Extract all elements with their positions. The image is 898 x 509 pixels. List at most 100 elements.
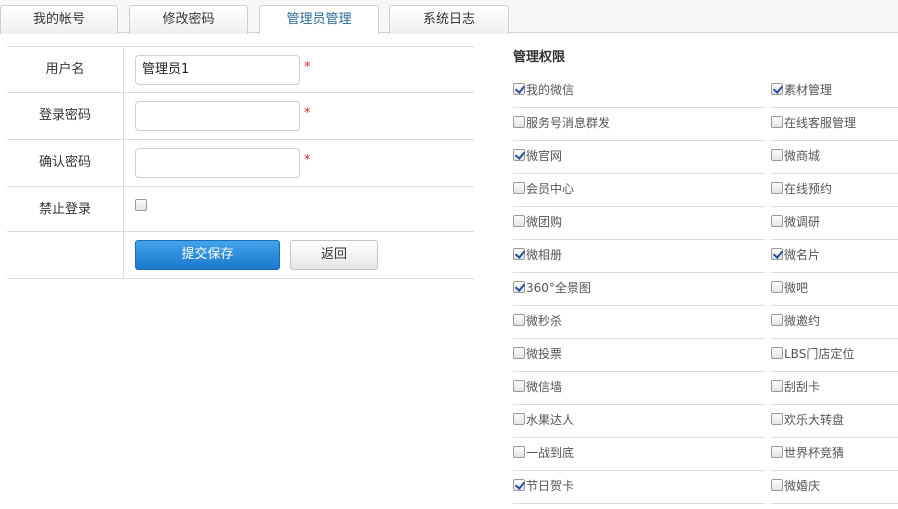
submit-save-button[interactable]: 提交保存	[135, 240, 280, 270]
username-row: 用户名 管理员1 *	[7, 46, 474, 93]
permission-item[interactable]: 世界杯竞猜	[771, 438, 898, 471]
permission-label: LBS门店定位	[784, 347, 855, 361]
permission-checkbox[interactable]	[513, 182, 525, 194]
permission-checkbox[interactable]	[771, 182, 783, 194]
permission-item[interactable]: 微相册	[513, 240, 765, 273]
permission-checkbox[interactable]	[771, 83, 783, 95]
permission-checkbox[interactable]	[513, 413, 525, 425]
required-mark: *	[304, 106, 311, 121]
permission-item[interactable]: 欢乐大转盘	[771, 405, 898, 438]
permission-label: 水果达人	[526, 413, 575, 427]
permission-label: 微调研	[784, 215, 821, 229]
required-mark: *	[304, 153, 311, 168]
tab-change-password[interactable]: 修改密码	[129, 5, 248, 34]
permission-label: 微投票	[526, 347, 563, 361]
action-label-cell	[7, 232, 124, 278]
permission-label: 微名片	[784, 248, 821, 262]
permission-item[interactable]: LBS门店定位	[771, 339, 898, 372]
permission-label: 微相册	[526, 248, 563, 262]
permission-item[interactable]: 微商城	[771, 141, 898, 174]
permission-label: 微官网	[526, 149, 563, 163]
admin-form: 用户名 管理员1 * 登录密码 * 确认密码 * 禁止登录 提交保存 返回	[7, 46, 474, 279]
username-input[interactable]: 管理员1	[135, 55, 300, 85]
permission-item[interactable]: 微邀约	[771, 306, 898, 339]
password-row: 登录密码 *	[7, 93, 474, 140]
permission-checkbox[interactable]	[771, 380, 783, 392]
permission-item[interactable]: 微投票	[513, 339, 765, 372]
permission-item[interactable]: 微调研	[771, 207, 898, 240]
confirm-password-label: 确认密码	[7, 140, 124, 186]
permission-checkbox[interactable]	[771, 281, 783, 293]
permission-label: 节日贺卡	[526, 479, 575, 493]
password-label: 登录密码	[7, 93, 124, 139]
permission-item[interactable]: 会员中心	[513, 174, 765, 207]
permission-label: 欢乐大转盘	[784, 413, 845, 427]
permission-item[interactable]: 水果达人	[513, 405, 765, 438]
permission-item[interactable]: 微团购	[513, 207, 765, 240]
action-row: 提交保存 返回	[7, 232, 474, 279]
permission-checkbox[interactable]	[771, 347, 783, 359]
permission-checkbox[interactable]	[513, 479, 525, 491]
tab-admin-management[interactable]: 管理员管理	[259, 5, 379, 34]
tab-bar: 我的帐号 修改密码 管理员管理 系统日志	[0, 0, 898, 34]
permission-item[interactable]: 一战到底	[513, 438, 765, 471]
permission-checkbox[interactable]	[513, 215, 525, 227]
username-label: 用户名	[7, 47, 124, 92]
permission-item[interactable]: 360°全景图	[513, 273, 765, 306]
confirm-password-input[interactable]	[135, 148, 300, 178]
permission-label: 微吧	[784, 281, 809, 295]
permission-label: 360°全景图	[526, 281, 591, 295]
disable-login-label: 禁止登录	[7, 187, 124, 231]
permission-item[interactable]: 素材管理	[771, 75, 898, 108]
permission-label: 微婚庆	[784, 479, 821, 493]
permission-checkbox[interactable]	[513, 248, 525, 260]
permission-label: 会员中心	[526, 182, 575, 196]
permission-checkbox[interactable]	[513, 314, 525, 326]
back-button[interactable]: 返回	[290, 240, 378, 270]
permission-label: 素材管理	[784, 83, 833, 97]
permission-item[interactable]: 在线客服管理	[771, 108, 898, 141]
permission-item[interactable]: 我的微信	[513, 75, 765, 108]
confirm-password-row: 确认密码 *	[7, 140, 474, 187]
password-input[interactable]	[135, 101, 300, 131]
permission-checkbox[interactable]	[771, 215, 783, 227]
permission-label: 刮刮卡	[784, 380, 821, 394]
permission-checkbox[interactable]	[513, 380, 525, 392]
permissions-panel: 管理权限 我的微信 素材管理服务号消息群发 在线客服管理微官网 微商城会员中心 在线预约…	[507, 40, 898, 504]
permissions-title: 管理权限	[513, 50, 566, 65]
tab-system-log[interactable]: 系统日志	[389, 5, 509, 34]
permission-checkbox[interactable]	[771, 314, 783, 326]
disable-login-checkbox[interactable]	[135, 199, 147, 211]
permission-item[interactable]: 微吧	[771, 273, 898, 306]
permission-label: 我的微信	[526, 83, 575, 97]
permission-checkbox[interactable]	[771, 116, 783, 128]
permission-item[interactable]: 微官网	[513, 141, 765, 174]
permission-label: 微信墙	[526, 380, 563, 394]
required-mark: *	[304, 60, 311, 75]
permission-checkbox[interactable]	[771, 446, 783, 458]
permission-label: 在线客服管理	[784, 116, 857, 130]
permission-checkbox[interactable]	[513, 149, 525, 161]
tab-my-account[interactable]: 我的帐号	[0, 5, 118, 34]
permission-item[interactable]: 微名片	[771, 240, 898, 273]
disable-login-row: 禁止登录	[7, 187, 474, 232]
permission-checkbox[interactable]	[513, 347, 525, 359]
permission-item[interactable]: 节日贺卡	[513, 471, 765, 504]
permission-checkbox[interactable]	[771, 479, 783, 491]
permission-item[interactable]: 服务号消息群发	[513, 108, 765, 141]
permissions-grid: 我的微信 素材管理服务号消息群发 在线客服管理微官网 微商城会员中心 在线预约微团购 微调…	[507, 75, 898, 504]
permission-checkbox[interactable]	[771, 413, 783, 425]
permission-label: 世界杯竞猜	[784, 446, 845, 460]
permission-checkbox[interactable]	[513, 281, 525, 293]
permission-item[interactable]: 微婚庆	[771, 471, 898, 504]
permission-label: 在线预约	[784, 182, 833, 196]
permission-item[interactable]: 在线预约	[771, 174, 898, 207]
permission-checkbox[interactable]	[513, 83, 525, 95]
permission-item[interactable]: 微秒杀	[513, 306, 765, 339]
permission-checkbox[interactable]	[771, 248, 783, 260]
permission-item[interactable]: 刮刮卡	[771, 372, 898, 405]
permission-checkbox[interactable]	[771, 149, 783, 161]
permission-checkbox[interactable]	[513, 446, 525, 458]
permission-checkbox[interactable]	[513, 116, 525, 128]
permission-item[interactable]: 微信墙	[513, 372, 765, 405]
